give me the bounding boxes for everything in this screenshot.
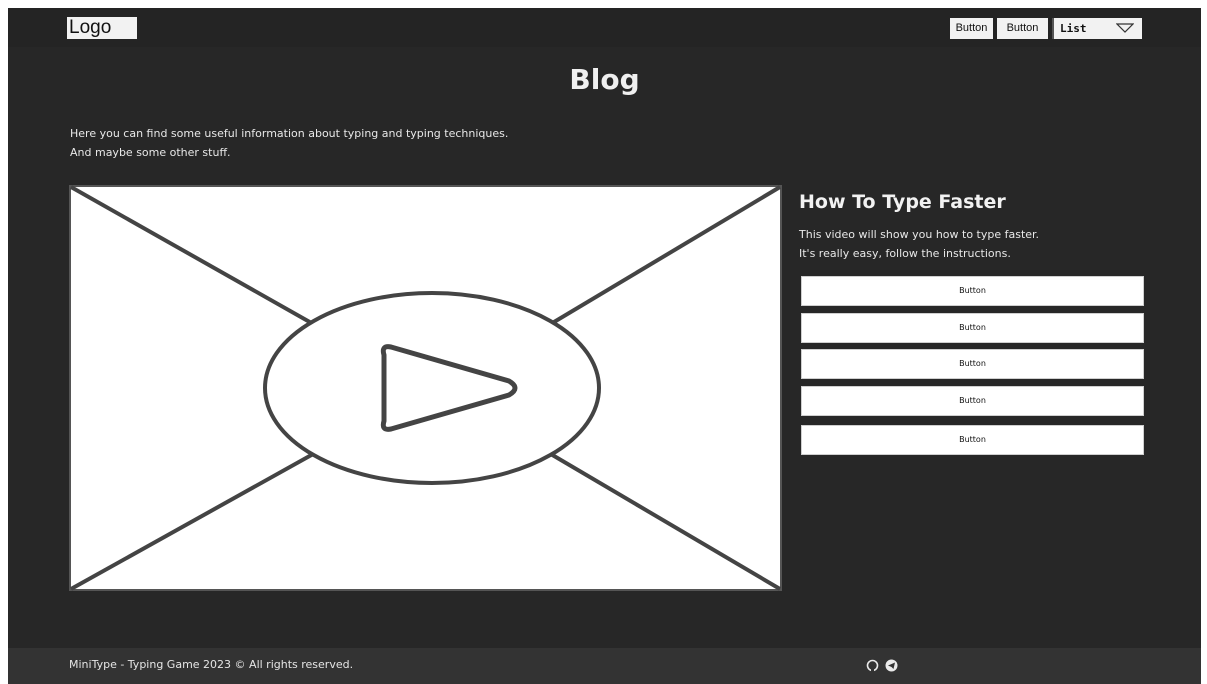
- top-navbar: Logo Button Button List: [8, 8, 1201, 47]
- intro-line-1: Here you can find some useful informatio…: [70, 127, 509, 140]
- logo[interactable]: Logo: [67, 17, 137, 39]
- telegram-icon[interactable]: [885, 659, 898, 672]
- video-description: This video will show you how to type fas…: [799, 225, 1039, 263]
- video-description-line-2: It's really easy, follow the instruction…: [799, 247, 1011, 260]
- intro-text: Here you can find some useful informatio…: [70, 124, 508, 162]
- nav-button-2[interactable]: Button: [997, 18, 1048, 39]
- nav-button-1[interactable]: Button: [950, 18, 993, 39]
- app-frame: Logo Button Button List Blog Here you ca…: [8, 8, 1201, 684]
- side-button-5[interactable]: Button: [801, 425, 1144, 455]
- video-placeholder[interactable]: [69, 185, 782, 591]
- list-dropdown-label: List: [1060, 22, 1087, 35]
- list-dropdown[interactable]: List: [1052, 18, 1142, 39]
- footer-copyright: MiniType - Typing Game 2023 © All rights…: [69, 658, 354, 671]
- intro-line-2: And maybe some other stuff.: [70, 146, 231, 159]
- video-title: How To Type Faster: [799, 191, 1006, 213]
- side-button-4[interactable]: Button: [801, 386, 1144, 416]
- side-button-1[interactable]: Button: [801, 276, 1144, 306]
- side-button-2[interactable]: Button: [801, 313, 1144, 343]
- page-title: Blog: [569, 63, 640, 96]
- github-icon[interactable]: [866, 659, 879, 672]
- side-button-3[interactable]: Button: [801, 349, 1144, 379]
- triangle-down-icon: [1116, 23, 1134, 33]
- footer: MiniType - Typing Game 2023 © All rights…: [8, 648, 1201, 684]
- video-description-line-1: This video will show you how to type fas…: [799, 228, 1040, 241]
- video-placeholder-graphic: [69, 185, 782, 591]
